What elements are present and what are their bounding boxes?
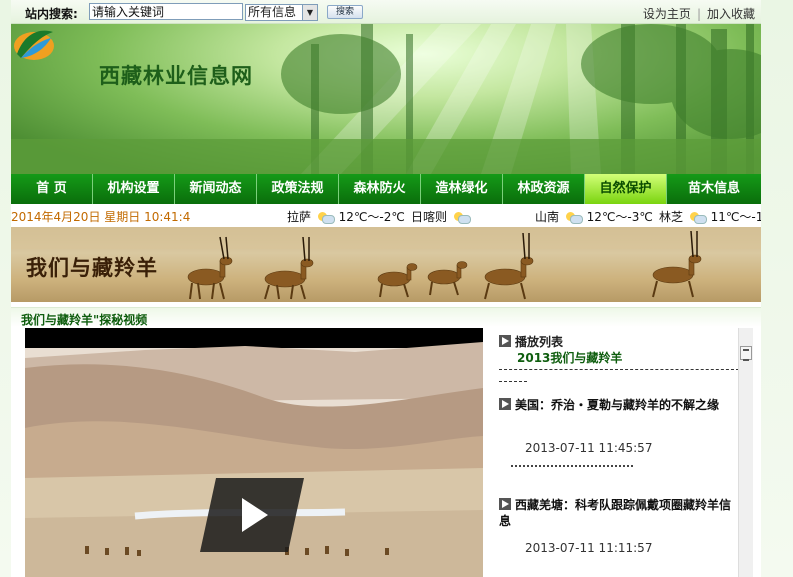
set-homepage-link[interactable]: 设为主页 bbox=[643, 7, 691, 21]
chevron-down-icon[interactable]: ▼ bbox=[302, 5, 317, 20]
page-margin-right bbox=[761, 0, 793, 577]
site-logo-icon bbox=[14, 30, 54, 60]
playlist-item-date: 2013-07-11 11:11:57 bbox=[525, 541, 653, 555]
playlist-item[interactable]: 西藏羌塘：科考队跟踪佩戴项圈藏羚羊信息 bbox=[499, 497, 737, 529]
playlist-heading: 播放列表 bbox=[499, 333, 563, 350]
play-icon[interactable] bbox=[200, 478, 304, 552]
weather-city: 拉萨 bbox=[287, 210, 312, 224]
site-title: 西藏林业信息网 bbox=[99, 64, 253, 88]
partly-cloudy-icon bbox=[317, 211, 335, 224]
weather-temp: 12℃～-3℃ bbox=[586, 210, 653, 224]
nav-item-afforestation[interactable]: 造林绿化 bbox=[421, 174, 503, 204]
header-banner: 西藏林业信息网 bbox=[11, 24, 761, 174]
search-scope-select[interactable]: 所有信息 ▼ bbox=[245, 4, 318, 21]
section-title: 我们与藏羚羊"探秘视频 bbox=[21, 313, 148, 327]
playlist-scrollbar[interactable] bbox=[738, 328, 753, 577]
current-date: 2014年4月20日 星期日 10:41:4 bbox=[11, 210, 191, 224]
top-links: 设为主页 | 加入收藏 bbox=[642, 7, 755, 21]
nav-item-news[interactable]: 新闻动态 bbox=[175, 174, 257, 204]
weather-shannan: 山南 12℃～-3℃ bbox=[535, 208, 653, 225]
feature-title: 我们与藏羚羊 bbox=[26, 256, 158, 280]
weather-city: 日喀则 bbox=[411, 210, 448, 224]
weather-city: 林芝 bbox=[659, 210, 684, 224]
partly-cloudy-icon bbox=[565, 211, 583, 224]
search-label: 站内搜索: bbox=[25, 7, 78, 21]
play-icon bbox=[499, 398, 511, 410]
add-favorite-link[interactable]: 加入收藏 bbox=[707, 7, 755, 21]
play-icon bbox=[499, 335, 511, 347]
divider bbox=[499, 369, 739, 389]
nav-item-nature-protection[interactable]: 自然保护 bbox=[585, 174, 667, 204]
weather-nyingchi: 林芝 11℃～-1 bbox=[659, 208, 761, 225]
playlist-subtitle[interactable]: 2013我们与藏羚羊 bbox=[517, 349, 622, 366]
nav-item-policy[interactable]: 政策法规 bbox=[257, 174, 339, 204]
weather-temp: 11℃～-1 bbox=[710, 210, 761, 224]
top-bar: 站内搜索: 所有信息 ▼ 搜索 设为主页|加入收藏 bbox=[11, 0, 761, 24]
playlist-item[interactable]: 美国：乔治・夏勒与藏羚羊的不解之缘 bbox=[499, 397, 737, 413]
search-button[interactable]: 搜索 bbox=[327, 5, 363, 19]
video-player[interactable] bbox=[25, 328, 483, 577]
weather-city: 山南 bbox=[535, 210, 560, 224]
section-header: 我们与藏羚羊"探秘视频 bbox=[11, 307, 761, 327]
forest-background bbox=[11, 24, 761, 174]
weather-shigatse: 日喀则 bbox=[411, 208, 471, 225]
scroll-thumb[interactable] bbox=[740, 346, 752, 361]
partly-cloudy-icon bbox=[453, 211, 471, 224]
playlist-item-title: 西藏羌塘：科考队跟踪佩戴项圈藏羚羊信息 bbox=[499, 498, 732, 528]
divider bbox=[511, 465, 633, 467]
playlist-item-title: 美国：乔治・夏勒与藏羚羊的不解之缘 bbox=[515, 398, 720, 412]
main-nav: 首 页 机构设置 新闻动态 政策法规 森林防火 造林绿化 林政资源 自然保护 苗… bbox=[11, 174, 761, 204]
nav-item-seedlings[interactable]: 苗木信息 bbox=[667, 174, 761, 204]
nav-item-organization[interactable]: 机构设置 bbox=[93, 174, 175, 204]
search-button-label: 搜索 bbox=[335, 7, 354, 17]
page-margin-left bbox=[0, 0, 11, 577]
nav-item-home[interactable]: 首 页 bbox=[11, 174, 93, 204]
nav-item-forest-resources[interactable]: 林政资源 bbox=[503, 174, 585, 204]
search-input[interactable] bbox=[89, 3, 243, 20]
partly-cloudy-icon bbox=[689, 211, 707, 224]
weather-lhasa: 拉萨 12℃～-2℃ bbox=[287, 208, 405, 225]
weather-temp: 12℃～-2℃ bbox=[338, 210, 405, 224]
search-scope-value: 所有信息 bbox=[248, 5, 297, 19]
info-bar: 2014年4月20日 星期日 10:41:4 拉萨 12℃～-2℃ 日喀则 山南… bbox=[11, 205, 761, 227]
playlist-item-date: 2013-07-11 11:45:57 bbox=[525, 441, 653, 455]
feature-banner[interactable]: 我们与藏羚羊 bbox=[11, 227, 761, 302]
nav-item-fire-prevention[interactable]: 森林防火 bbox=[339, 174, 421, 204]
page: 站内搜索: 所有信息 ▼ 搜索 设为主页|加入收藏 bbox=[11, 0, 761, 577]
play-icon bbox=[499, 498, 511, 510]
playlist-panel: 播放列表 2013我们与藏羚羊 美国：乔治・夏勒与藏羚羊的不解之缘 2013-0… bbox=[497, 328, 741, 577]
